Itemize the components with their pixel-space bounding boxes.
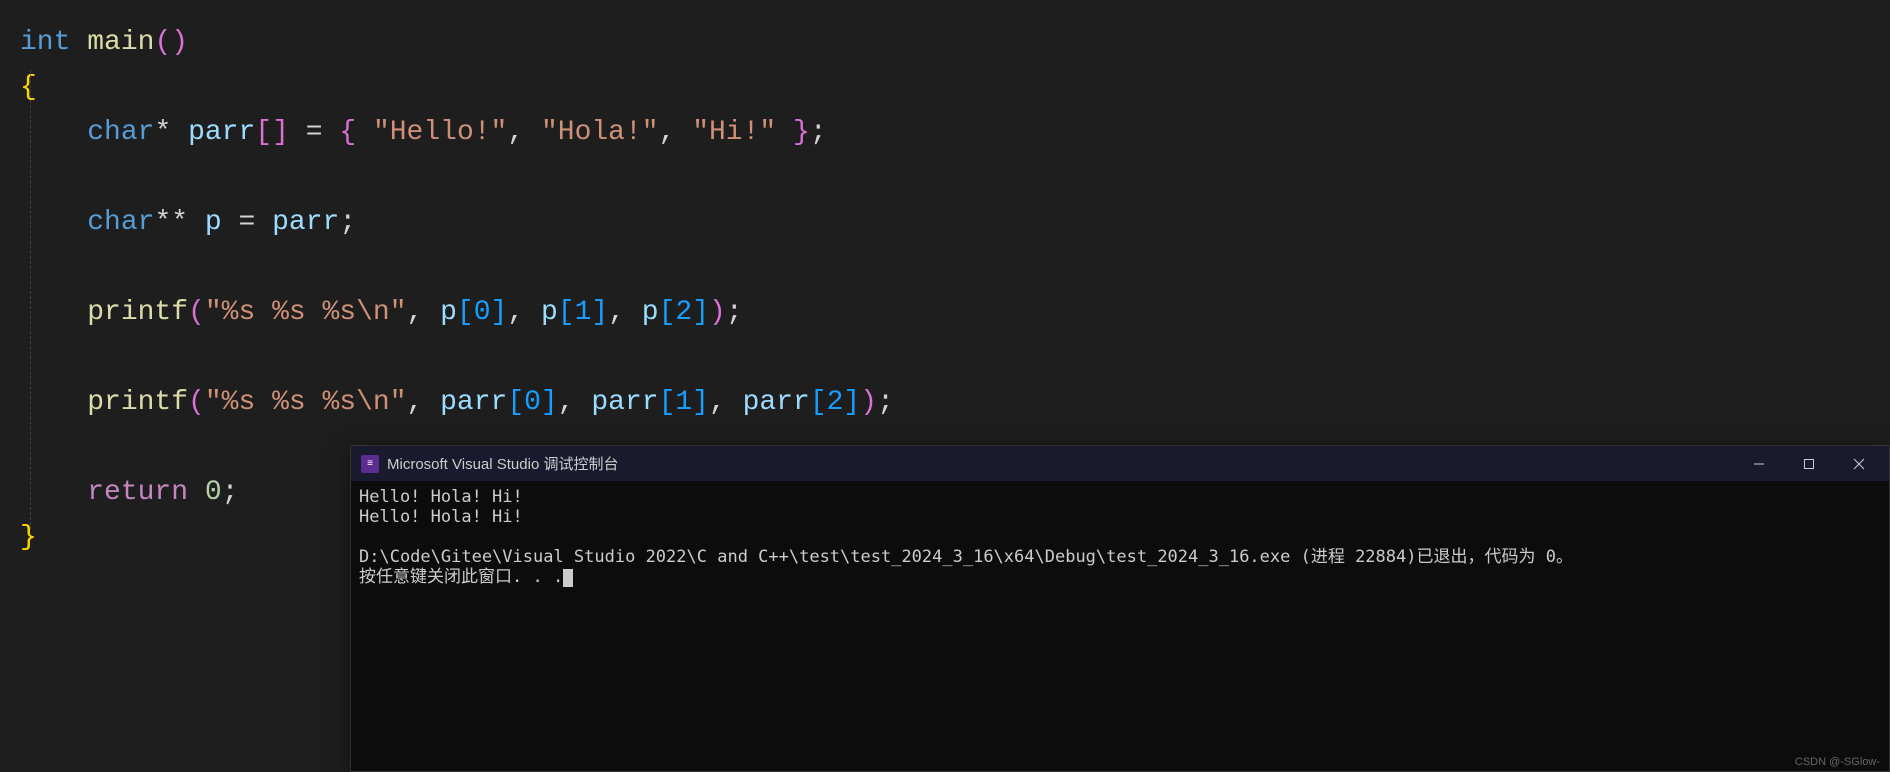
equals: =: [289, 117, 339, 148]
comma: ,: [608, 297, 642, 328]
paren-close: ): [171, 27, 188, 58]
comma: ,: [507, 297, 541, 328]
debug-console-window[interactable]: ≡ Microsoft Visual Studio 调试控制台 Hello! H…: [350, 445, 1890, 772]
close-button[interactable]: [1834, 446, 1884, 481]
minimize-icon: [1753, 458, 1765, 470]
code-line: printf("%s %s %s\n", parr[0], parr[1], p…: [0, 380, 1890, 425]
format-string: "%s %s %s\n": [205, 297, 407, 328]
semicolon: ;: [810, 117, 827, 148]
format-string: "%s %s %s\n": [205, 387, 407, 418]
code-line: printf("%s %s %s\n", p[0], p[1], p[2]);: [0, 290, 1890, 335]
brace-close: }: [20, 522, 37, 553]
var-parr: parr: [743, 387, 810, 418]
code-line: int main(): [0, 20, 1890, 65]
index: [2]: [659, 297, 709, 328]
code-line-blank: [0, 245, 1890, 290]
index: [1]: [558, 297, 608, 328]
indent-guide: [30, 70, 31, 530]
var-parr: parr: [591, 387, 658, 418]
code-line: char** p = parr;: [0, 200, 1890, 245]
paren-open: (: [154, 27, 171, 58]
index: [0]: [457, 297, 507, 328]
comma: ,: [407, 297, 441, 328]
output-line: Hello! Hola! Hi!: [359, 487, 523, 507]
brace-open: {: [339, 117, 373, 148]
var-p: p: [205, 207, 222, 238]
function-printf: printf: [87, 387, 188, 418]
output-line: Hello! Hola! Hi!: [359, 507, 523, 527]
var-parr: parr: [188, 117, 255, 148]
paren-close: ): [709, 297, 726, 328]
window-controls: [1734, 446, 1884, 481]
maximize-icon: [1803, 458, 1815, 470]
minimize-button[interactable]: [1734, 446, 1784, 481]
comma: ,: [407, 387, 441, 418]
console-title: Microsoft Visual Studio 调试控制台: [387, 453, 1734, 474]
comma: ,: [558, 387, 592, 418]
var-p: p: [541, 297, 558, 328]
keyword-return: return: [87, 477, 188, 508]
index: [0]: [507, 387, 557, 418]
output-line: D:\Code\Gitee\Visual Studio 2022\C and C…: [359, 547, 1573, 567]
output-line: 按任意键关闭此窗口. . .: [359, 567, 563, 587]
var-parr: parr: [272, 207, 339, 238]
code-line-blank: [0, 335, 1890, 380]
index: [1]: [659, 387, 709, 418]
semicolon: ;: [726, 297, 743, 328]
watermark: CSDN @-SGlow-: [1795, 756, 1880, 768]
var-p: p: [440, 297, 457, 328]
number-literal: 0: [205, 477, 222, 508]
brace-close: }: [776, 117, 810, 148]
var-parr: parr: [440, 387, 507, 418]
string-literal: "Hello!": [373, 117, 507, 148]
code-line: char* parr[] = { "Hello!", "Hola!", "Hi!…: [0, 110, 1890, 155]
comma: ,: [659, 117, 693, 148]
cursor: [563, 569, 573, 587]
brace-open: {: [20, 72, 37, 103]
pointer-star: *: [154, 117, 171, 148]
semicolon: ;: [339, 207, 356, 238]
comma: ,: [709, 387, 743, 418]
pointer-star: **: [154, 207, 188, 238]
function-printf: printf: [87, 297, 188, 328]
equals: =: [222, 207, 272, 238]
keyword-int: int: [20, 27, 70, 58]
semicolon: ;: [877, 387, 894, 418]
bracket-open: [: [255, 117, 272, 148]
paren-open: (: [188, 297, 205, 328]
vs-icon: ≡: [361, 455, 379, 473]
paren-close: ): [860, 387, 877, 418]
function-main: main: [87, 27, 154, 58]
keyword-char: char: [87, 207, 154, 238]
var-p: p: [642, 297, 659, 328]
console-output[interactable]: Hello! Hola! Hi! Hello! Hola! Hi! D:\Cod…: [351, 481, 1889, 771]
console-titlebar[interactable]: ≡ Microsoft Visual Studio 调试控制台: [351, 446, 1889, 481]
code-line-blank: [0, 155, 1890, 200]
maximize-button[interactable]: [1784, 446, 1834, 481]
paren-open: (: [188, 387, 205, 418]
index: [2]: [810, 387, 860, 418]
semicolon: ;: [222, 477, 239, 508]
string-literal: "Hi!": [692, 117, 776, 148]
code-line: {: [0, 65, 1890, 110]
keyword-char: char: [87, 117, 154, 148]
string-literal: "Hola!": [541, 117, 659, 148]
bracket-close: ]: [272, 117, 289, 148]
close-icon: [1853, 458, 1865, 470]
comma: ,: [507, 117, 541, 148]
